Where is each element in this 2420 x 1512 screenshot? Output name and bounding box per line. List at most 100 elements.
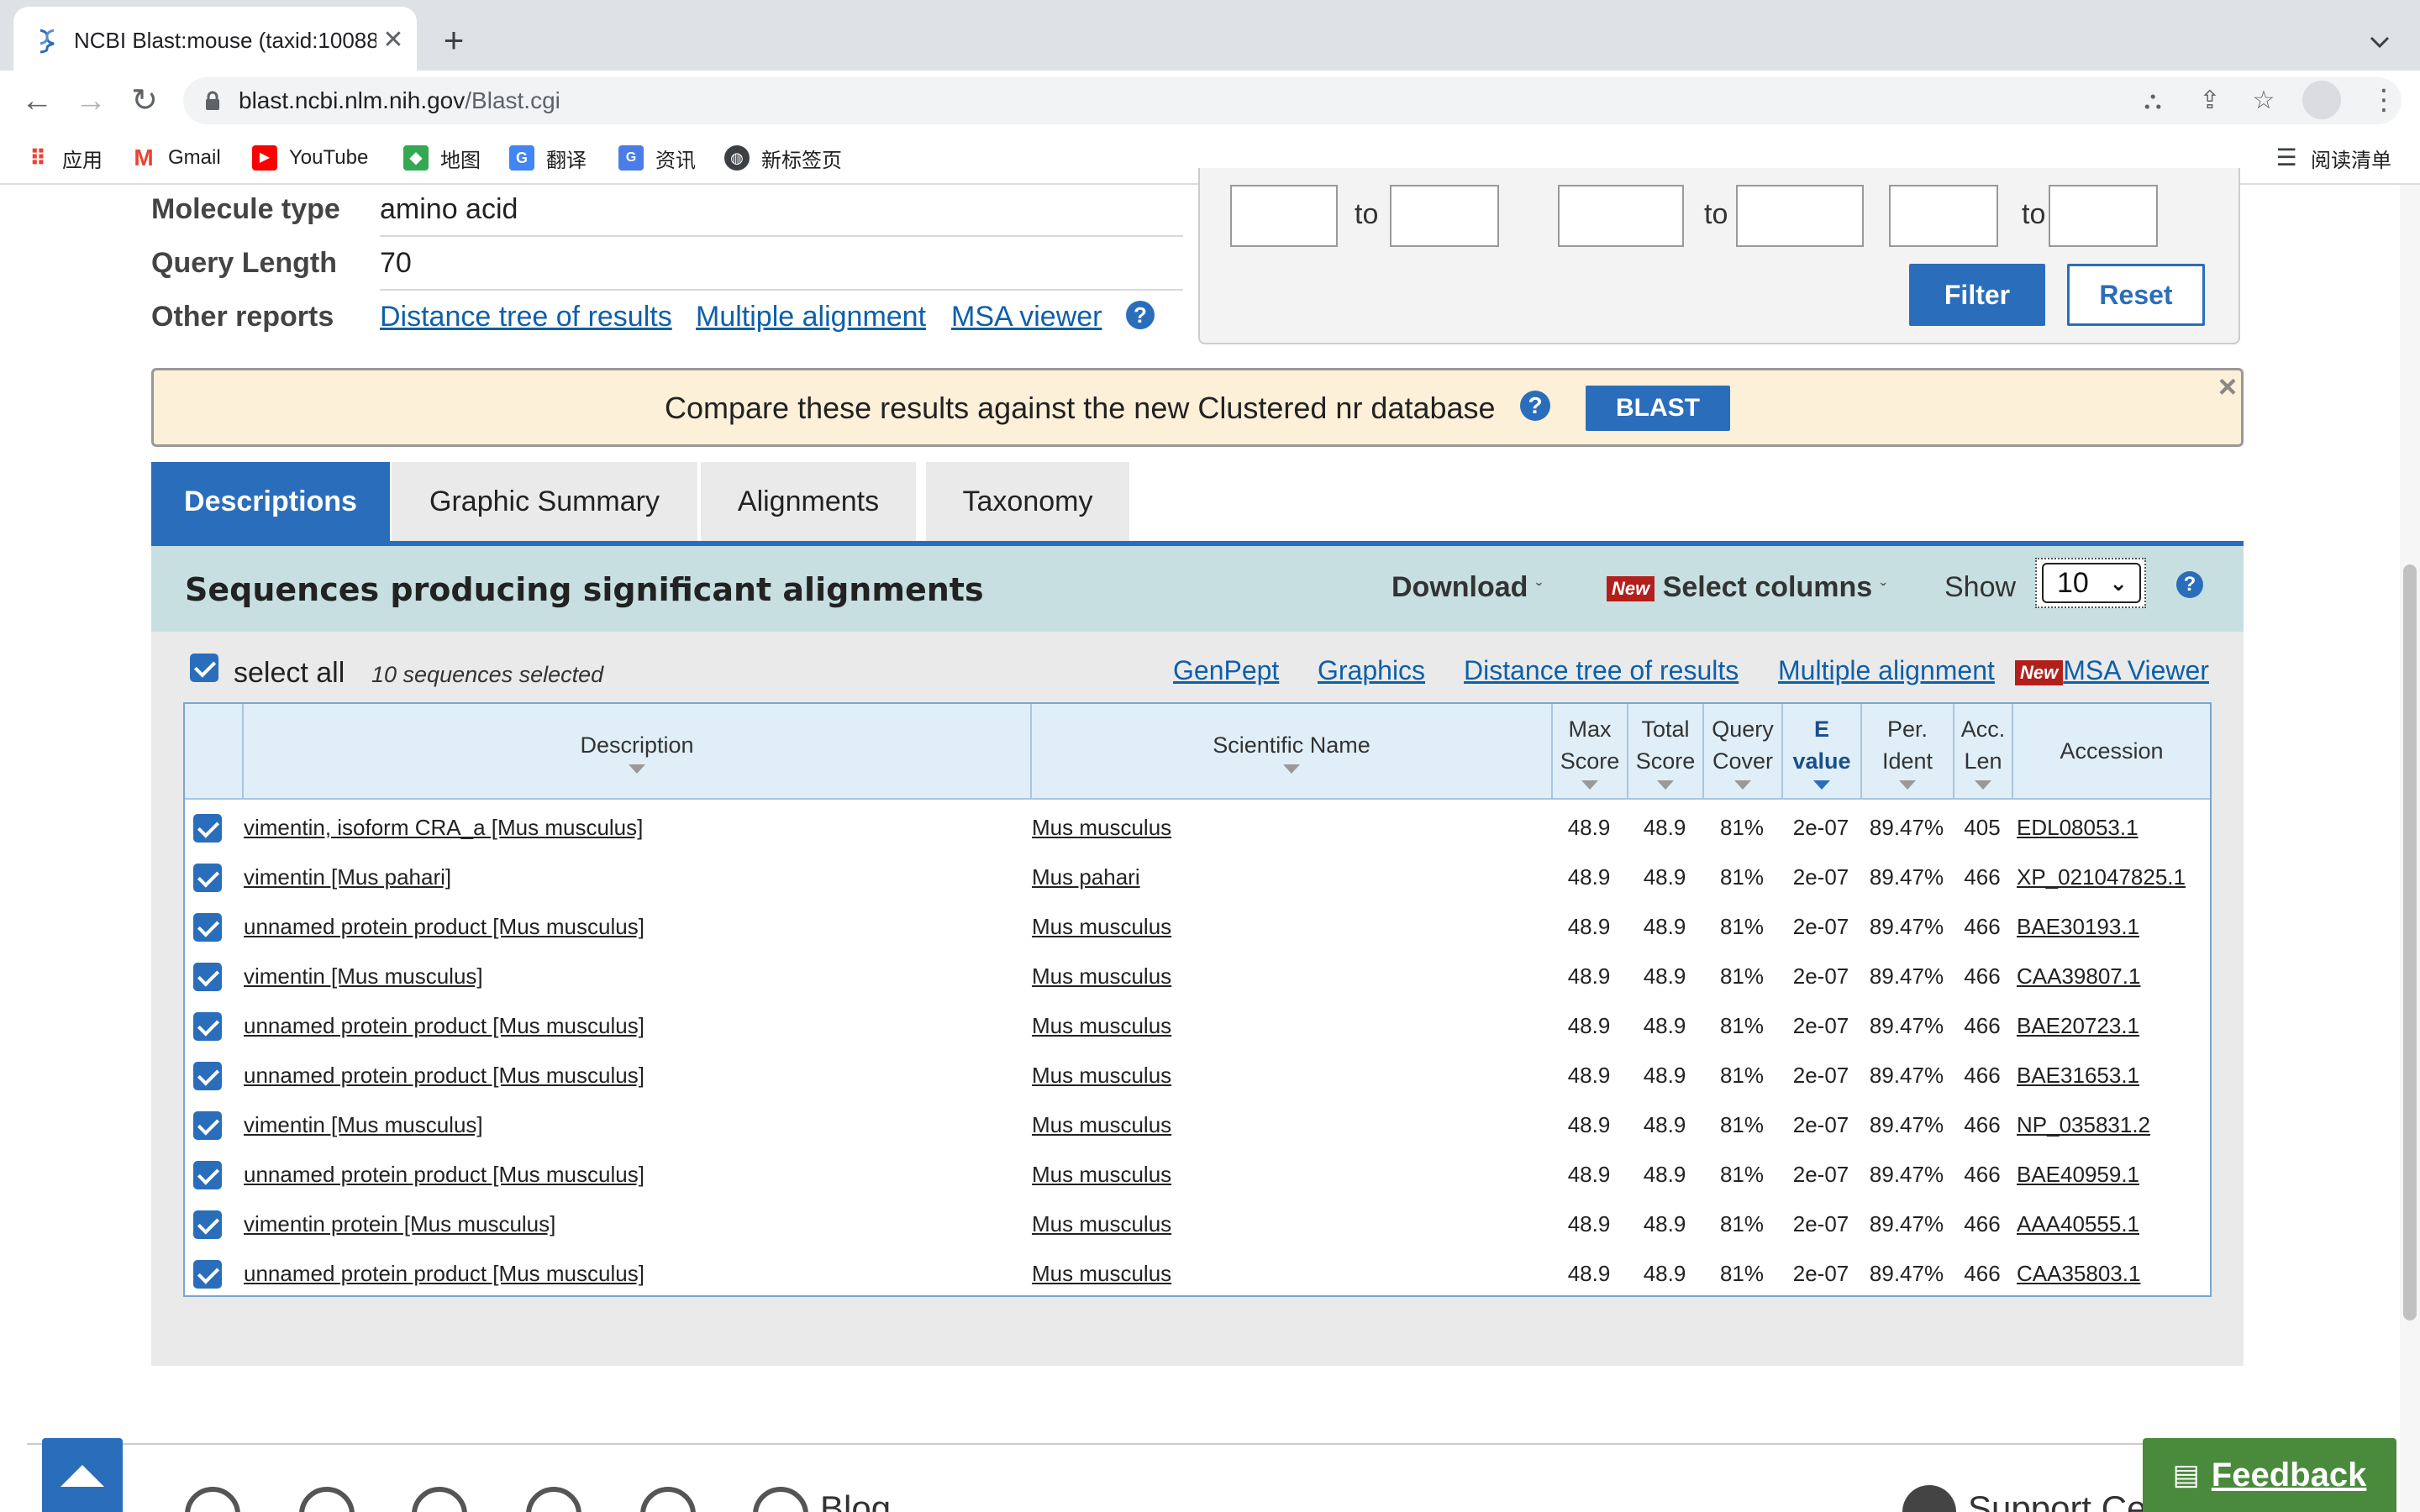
filter-range-1-to-input[interactable] xyxy=(1390,185,1499,247)
back-to-top-button[interactable] xyxy=(42,1438,123,1512)
scientific-name-link[interactable]: Mus musculus xyxy=(1032,1051,1536,1100)
blog-icon[interactable] xyxy=(753,1487,808,1512)
facebook-icon[interactable] xyxy=(299,1487,355,1512)
row-checkbox[interactable] xyxy=(193,1210,222,1239)
distance-tree-link[interactable]: Distance tree of results xyxy=(380,301,672,333)
row-checkbox[interactable] xyxy=(193,1161,222,1189)
bookmark-apps[interactable]: ⠿ 应用 xyxy=(25,141,103,175)
filter-range-2-from-input[interactable] xyxy=(1558,185,1684,247)
filter-range-2-to-input[interactable] xyxy=(1736,185,1864,247)
row-checkbox[interactable] xyxy=(193,1111,222,1140)
blast-button[interactable]: BLAST xyxy=(1586,386,1730,431)
tab-search-chevron-icon[interactable] xyxy=(2363,25,2396,59)
reading-list[interactable]: ☰ 阅读清单 xyxy=(2274,141,2391,175)
genpept-link[interactable]: GenPept xyxy=(1173,655,1279,686)
description-link[interactable]: vimentin, isoform CRA_a [Mus musculus] xyxy=(244,803,1025,853)
header-per-ident[interactable]: Per. Ident xyxy=(1860,704,1953,798)
bookmark-youtube[interactable]: ▶ YouTube xyxy=(252,141,368,175)
scientific-name-link[interactable]: Mus musculus xyxy=(1032,1200,1536,1249)
bookmark-gmail[interactable]: M Gmail xyxy=(131,141,220,175)
description-link[interactable]: unnamed protein product [Mus musculus] xyxy=(244,1249,1025,1299)
header-description[interactable]: Description xyxy=(242,704,1030,798)
tab-taxonomy[interactable]: Taxonomy xyxy=(926,462,1129,541)
profile-avatar-icon[interactable] xyxy=(2302,81,2341,119)
help-icon[interactable]: ? xyxy=(2176,571,2203,598)
accession-link[interactable]: CAA35803.1 xyxy=(2017,1249,2210,1299)
filter-range-3-from-input[interactable] xyxy=(1889,185,1998,247)
bookmark-news[interactable]: G 资讯 xyxy=(618,141,696,175)
address-bar[interactable]: blast.ncbi.nlm.nih.gov/Blast.cgi ⛬ ⇪ ☆ xyxy=(183,77,2402,124)
filter-range-3-to-input[interactable] xyxy=(2049,185,2158,247)
scientific-name-link[interactable]: Mus musculus xyxy=(1032,1150,1536,1200)
msa-viewer-link[interactable]: MSA viewer xyxy=(951,301,1102,333)
row-checkbox[interactable] xyxy=(193,1062,222,1090)
tab-close-icon[interactable]: ✕ xyxy=(376,24,410,57)
download-menu[interactable]: Download ˇ xyxy=(1392,571,1542,604)
description-link[interactable]: vimentin [Mus pahari] xyxy=(244,853,1025,902)
translate-page-icon[interactable]: ⛬ xyxy=(2136,84,2170,118)
new-tab-icon[interactable]: + xyxy=(434,22,474,62)
msa-viewer-link[interactable]: New MSA Viewer xyxy=(2015,655,2209,686)
scientific-name-link[interactable]: Mus pahari xyxy=(1032,853,1536,902)
back-arrow-icon[interactable]: ← xyxy=(13,71,60,131)
multiple-alignment-link[interactable]: Multiple alignment xyxy=(696,301,926,333)
bookmark-star-icon[interactable]: ☆ xyxy=(2247,84,2281,118)
scientific-name-link[interactable]: Mus musculus xyxy=(1032,902,1536,952)
graphics-link[interactable]: Graphics xyxy=(1318,655,1425,686)
description-link[interactable]: unnamed protein product [Mus musculus] xyxy=(244,1150,1025,1200)
distance-tree-link[interactable]: Distance tree of results xyxy=(1464,655,1739,686)
support-center-link[interactable]: Support Ce xyxy=(1968,1488,2146,1512)
share-icon[interactable]: ⇪ xyxy=(2193,84,2227,118)
scientific-name-link[interactable]: Mus musculus xyxy=(1032,1100,1536,1150)
scientific-name-link[interactable]: Mus musculus xyxy=(1032,1001,1536,1051)
multiple-alignment-link[interactable]: Multiple alignment xyxy=(1778,655,1995,686)
header-scientific-name[interactable]: Scientific Name xyxy=(1030,704,1551,798)
github-icon[interactable] xyxy=(640,1487,696,1512)
description-link[interactable]: unnamed protein product [Mus musculus] xyxy=(244,1001,1025,1051)
accession-link[interactable]: CAA39807.1 xyxy=(2017,952,2210,1001)
tab-descriptions[interactable]: Descriptions xyxy=(151,462,390,541)
row-checkbox[interactable] xyxy=(193,864,222,892)
youtube-icon[interactable] xyxy=(412,1487,467,1512)
accession-link[interactable]: AAA40555.1 xyxy=(2017,1200,2210,1249)
filter-range-1-from-input[interactable] xyxy=(1230,185,1338,247)
browser-menu-icon[interactable]: ⋮ xyxy=(2370,81,2398,119)
header-total-score[interactable]: Total Score xyxy=(1627,704,1702,798)
select-columns-menu[interactable]: New Select columns ˇ xyxy=(1607,571,1886,604)
tab-graphic-summary[interactable]: Graphic Summary xyxy=(392,462,697,541)
row-checkbox[interactable] xyxy=(193,913,222,942)
browser-tab[interactable]: NCBI Blast:mouse (taxid:10088 ✕ xyxy=(13,7,417,71)
row-checkbox[interactable] xyxy=(193,1260,222,1289)
page-scrollbar[interactable] xyxy=(2400,185,2420,1512)
tab-alignments[interactable]: Alignments xyxy=(701,462,916,541)
accession-link[interactable]: BAE31653.1 xyxy=(2017,1051,2210,1100)
filter-button[interactable]: Filter xyxy=(1909,264,2045,326)
header-acc-len[interactable]: Acc. Len xyxy=(1953,704,2012,798)
row-checkbox[interactable] xyxy=(193,1012,222,1041)
reload-icon[interactable]: ↻ xyxy=(121,71,168,131)
accession-link[interactable]: EDL08053.1 xyxy=(2017,803,2210,853)
show-count-select[interactable]: 10 ⌄ xyxy=(2035,558,2146,608)
bookmark-maps[interactable]: ◆ 地图 xyxy=(403,141,481,175)
twitter-icon[interactable] xyxy=(185,1487,240,1512)
reset-button[interactable]: Reset xyxy=(2067,264,2205,326)
scientific-name-link[interactable]: Mus musculus xyxy=(1032,952,1536,1001)
forward-arrow-icon[interactable]: → xyxy=(67,71,114,131)
linkedin-icon[interactable] xyxy=(526,1487,581,1512)
accession-link[interactable]: BAE40959.1 xyxy=(2017,1150,2210,1200)
description-link[interactable]: vimentin [Mus musculus] xyxy=(244,952,1025,1001)
blog-link[interactable]: Blog xyxy=(820,1488,891,1512)
help-icon[interactable]: ? xyxy=(1520,391,1550,421)
accession-link[interactable]: BAE30193.1 xyxy=(2017,902,2210,952)
description-link[interactable]: unnamed protein product [Mus musculus] xyxy=(244,1051,1025,1100)
accession-link[interactable]: NP_035831.2 xyxy=(2017,1100,2210,1150)
header-e-value[interactable]: Evalue xyxy=(1781,704,1860,798)
bookmark-new-tab[interactable]: ◍ 新标签页 xyxy=(724,141,842,175)
accession-link[interactable]: XP_021047825.1 xyxy=(2017,853,2210,902)
scrollbar-thumb[interactable] xyxy=(2403,564,2417,1320)
select-all-checkbox[interactable] xyxy=(190,654,218,682)
description-link[interactable]: vimentin [Mus musculus] xyxy=(244,1100,1025,1150)
close-icon[interactable]: × xyxy=(2214,371,2241,403)
description-link[interactable]: vimentin protein [Mus musculus] xyxy=(244,1200,1025,1249)
scientific-name-link[interactable]: Mus musculus xyxy=(1032,803,1536,853)
